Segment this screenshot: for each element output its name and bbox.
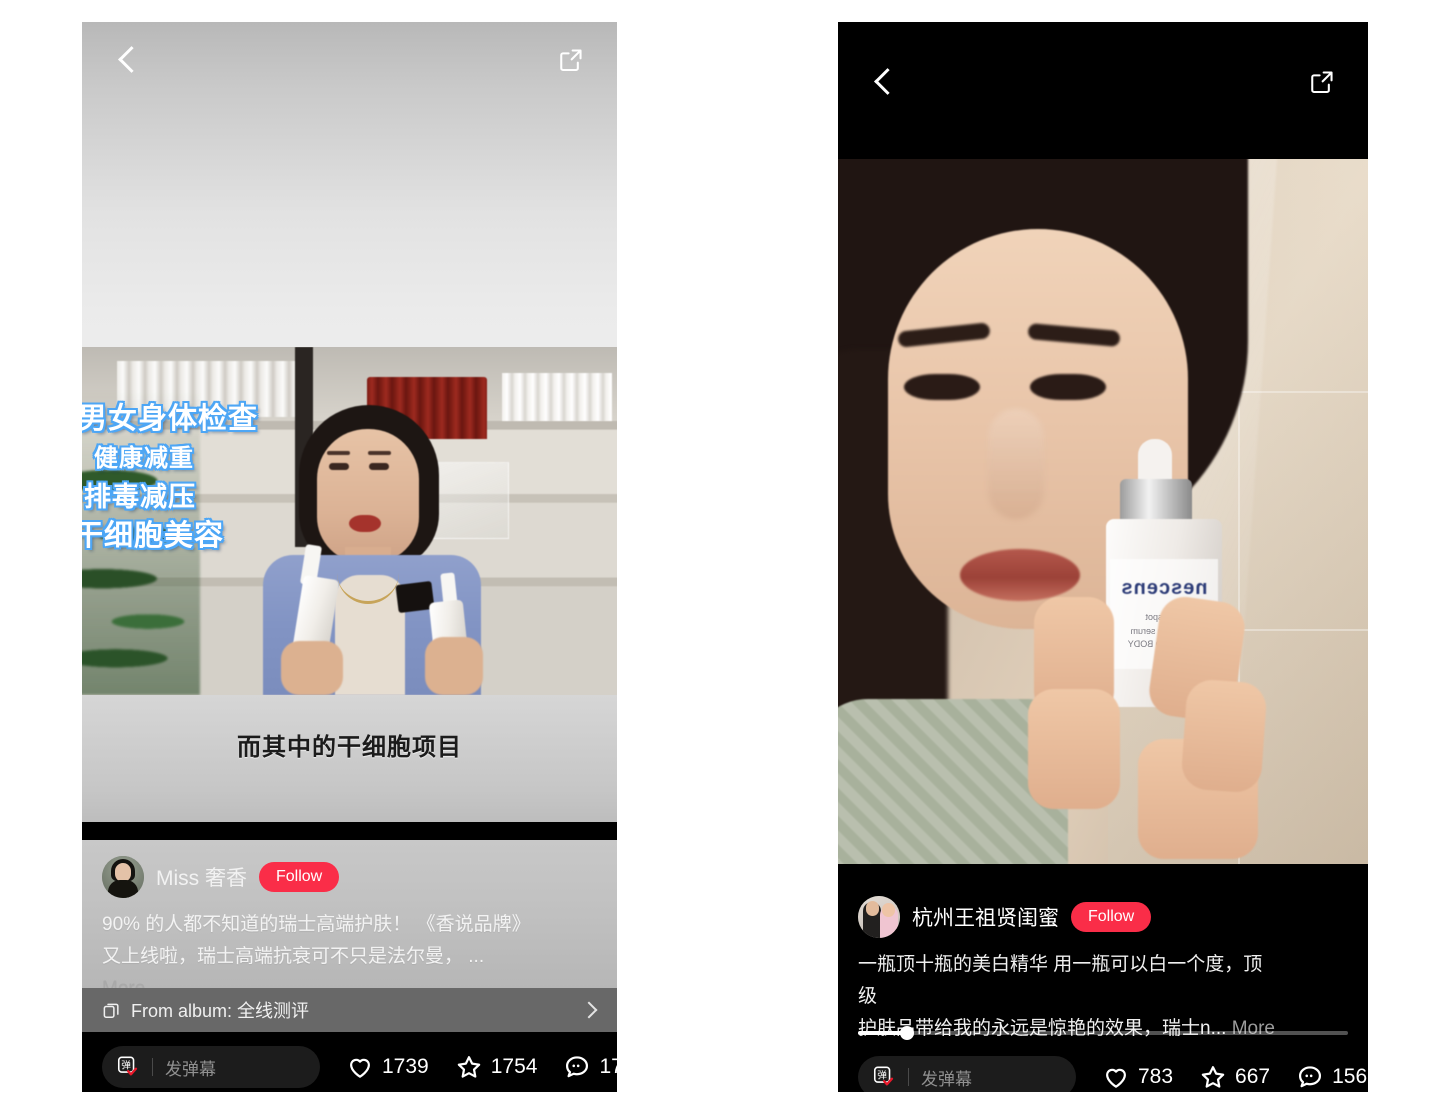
heart-icon [1106,1068,1126,1088]
presenter-face [317,429,419,563]
danmaku-placeholder: 发弹幕 [921,1069,972,1089]
presenter-hand [1028,589,1268,864]
presenter-eye-left [904,374,980,400]
danmaku-input[interactable]: 弹 发弹幕 [102,1046,320,1088]
favorite-count: 1754 [490,1055,538,1078]
favorite-stat[interactable]: 1754 [455,1053,538,1081]
top-nav-bar-right [838,22,1368,142]
comment-stat[interactable]: 156 [1296,1063,1367,1091]
svg-text:弹: 弹 [877,1068,887,1081]
star-icon [457,1056,480,1078]
video-frame-left[interactable]: 男女身体检查 健康减重 排毒减压 干细胞美容 [82,347,617,695]
post-info-left: Miss 奢香 Follow 90% 的人都不知道的瑞士高端护肤！ 《香说品牌》… [82,840,617,1005]
video-caption-line-3: 排毒减压 [84,481,196,512]
comment-stat[interactable]: 175 [563,1053,617,1081]
like-stat[interactable]: 783 [1102,1063,1173,1091]
follow-button[interactable]: Follow [1071,901,1152,933]
video-caption-line-2: 健康减重 [94,444,194,472]
video-frame-right[interactable]: nescens dark spot correcting serum FACE … [838,159,1368,864]
stats-group: 783 667 156 [1076,1063,1367,1091]
post-info-right: 杭州王祖贤闺蜜 Follow 一瓶顶十瓶的美白精华 用一瓶可以白一个度，顶级 护… [838,880,1368,1045]
avatar-person-left-face [866,901,879,916]
post-description-line-2-text: 又上线啦，瑞士高端抗衰可不只是法尔曼， ... [102,945,485,967]
danmaku-placeholder: 发弹幕 [165,1059,216,1079]
video-progress-bar[interactable] [858,1026,1348,1040]
video-subtitle-left: 而其中的干细胞项目 [237,734,462,761]
finger-5 [1180,678,1268,794]
video-caption-line-4: 干细胞美容 [82,519,225,552]
video-caption-overlay: 男女身体检查 健康减重 排毒减压 干细胞美容 [82,401,258,554]
back-chevron-icon [874,67,891,97]
author-row[interactable]: 杭州王祖贤闺蜜 Follow [858,892,1348,942]
presenter-brow-left [327,451,350,455]
video-presenter [257,405,487,695]
heart-icon [350,1058,370,1078]
like-stat[interactable]: 1739 [346,1053,429,1081]
from-album-row[interactable]: From album: 全线测评 [82,988,617,1032]
author-name[interactable]: Miss 奢香 [156,862,247,892]
video-panel-left: 男女身体检查 健康减重 排毒减压 干细胞美容 而其中的干细胞项目 Miss 奢香… [82,22,617,1092]
post-description-line-1: 90% 的人都不知道的瑞士高端护肤！ 《香说品牌》 [102,914,531,935]
danmaku-badge-icon: 弹 [117,1056,138,1076]
presenter-hand-right [425,637,483,695]
author-row[interactable]: Miss 奢香 Follow [102,852,597,902]
stats-group: 1739 1754 175 [320,1053,617,1081]
author-name[interactable]: 杭州王祖贤闺蜜 [912,902,1059,932]
presenter-eye-left [329,463,349,470]
video-caption-line-1: 男女身体检查 [82,403,259,435]
favorite-stat[interactable]: 667 [1199,1063,1270,1091]
action-bar-left: 弹 发弹幕 1739 1754 17 [82,1034,617,1092]
like-count: 783 [1138,1065,1174,1088]
presenter-nose [988,409,1044,519]
from-album-label: From album: 全线测评 [131,1001,310,1021]
share-button[interactable] [1300,60,1344,104]
avatar[interactable] [102,856,144,898]
shelf-products-top-right [502,373,612,421]
back-button[interactable] [860,60,904,104]
danmaku-badge-icon: 弹 [873,1066,894,1086]
comment-count: 175 [599,1055,617,1078]
progress-knob[interactable] [900,1026,914,1040]
presenter-brow-right [368,451,391,455]
avatar-person-right-face [882,903,895,917]
top-nav-bar-left [82,22,617,97]
presenter-mouth [349,515,381,532]
album-stack-icon [103,1003,119,1018]
finger-2 [1028,689,1120,809]
svg-text:弹: 弹 [121,1058,131,1071]
comment-icon [566,1056,589,1078]
comment-count: 156 [1332,1065,1368,1088]
external-link-icon [1311,71,1333,93]
back-chevron-icon [118,45,135,75]
follow-button[interactable]: Follow [259,861,340,893]
video-panel-right: nescens dark spot correcting serum FACE … [838,22,1368,1092]
presenter-eye-right [1030,374,1106,400]
danmaku-divider [908,1068,909,1086]
presenter-eye-right [369,463,389,470]
star-icon [1201,1066,1225,1088]
external-link-icon [560,48,582,71]
action-bar-right: 弹 发弹幕 783 667 156 [838,1044,1368,1092]
chevron-right-icon [580,1001,598,1019]
danmaku-divider [152,1058,153,1076]
avatar[interactable] [858,896,900,938]
like-count: 1739 [382,1055,429,1078]
avatar-body [108,880,138,898]
presenter-hand-left [281,641,343,695]
danmaku-input[interactable]: 弹 发弹幕 [858,1056,1076,1092]
back-button[interactable] [104,38,148,82]
comment-icon [1299,1066,1322,1088]
screenshot-stage: 男女身体检查 健康减重 排毒减压 干细胞美容 而其中的干细胞项目 Miss 奢香… [0,0,1452,1110]
post-description-line-1: 一瓶顶十瓶的美白精华 用一瓶可以白一个度，顶级 [858,954,1263,1007]
favorite-count: 667 [1235,1065,1271,1088]
share-button[interactable] [549,38,593,82]
progress-track [858,1031,1348,1035]
